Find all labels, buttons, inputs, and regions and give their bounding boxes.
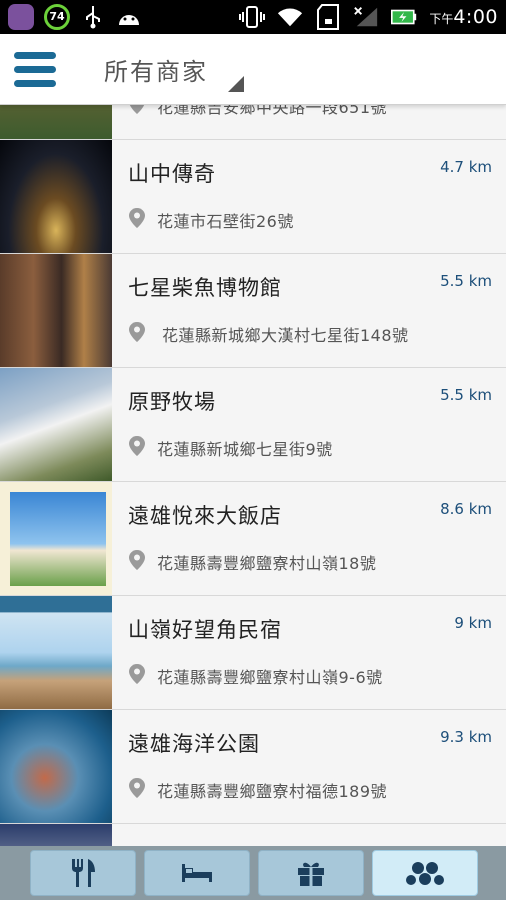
status-bar: 74 下午 4:00 <box>0 0 506 34</box>
merchant-thumbnail <box>0 482 112 595</box>
merchant-list[interactable]: 花蓮縣吉安鄉中央路一段651號 山中傳奇 4.7 km 花蓮市石壁街26號 七星… <box>0 104 506 846</box>
merchant-address: 花蓮縣壽豐鄉鹽寮村山嶺9-6號 <box>157 668 383 687</box>
wifi-icon <box>277 4 303 30</box>
restaurant-icon <box>72 859 95 887</box>
tab-restaurants[interactable] <box>30 850 136 896</box>
merchant-address: 花蓮縣壽豐鄉鹽寮村福德189號 <box>157 782 388 801</box>
android-icon <box>116 4 142 30</box>
merchant-name: 遠雄海洋公園 <box>128 732 260 756</box>
more-dots-icon <box>406 862 444 885</box>
merchant-name: 山中傳奇 <box>128 162 216 186</box>
signal-icon <box>353 4 379 30</box>
battery-saver-icon: 74 <box>44 4 70 30</box>
merchant-name: 七星柴魚博物館 <box>128 276 282 300</box>
list-item[interactable]: 遠雄海洋公園 9.3 km 花蓮縣壽豐鄉鹽寮村福德189號 <box>0 710 506 824</box>
merchant-distance: 9.3 km <box>440 728 492 746</box>
location-pin-icon <box>129 322 145 342</box>
clock: 4:00 <box>453 6 498 28</box>
merchant-distance: 5.5 km <box>440 386 492 404</box>
dropdown-indicator-icon[interactable] <box>228 76 244 92</box>
tab-hotels[interactable] <box>144 850 250 896</box>
merchant-thumbnail <box>0 596 112 709</box>
usb-icon <box>80 4 106 30</box>
time-prefix: 下午 <box>429 12 454 26</box>
location-pin-icon <box>129 104 145 114</box>
sd-card-icon <box>315 4 341 30</box>
list-item[interactable]: 山嶺好望角民宿 9 km 花蓮縣壽豐鄉鹽寮村山嶺9-6號 <box>0 596 506 710</box>
gift-icon <box>298 862 324 886</box>
battery-charging-icon <box>391 4 417 30</box>
merchant-name: 山嶺好望角民宿 <box>128 618 282 642</box>
list-item[interactable]: 原野牧場 5.5 km 花蓮縣新城鄉七星街9號 <box>0 368 506 482</box>
bottom-tab-bar <box>0 846 506 900</box>
tab-gifts[interactable] <box>258 850 364 896</box>
list-item[interactable] <box>0 824 506 846</box>
location-pin-icon <box>129 208 145 228</box>
merchant-thumbnail <box>0 140 112 253</box>
merchant-name: 原野牧場 <box>128 390 216 414</box>
location-pin-icon <box>129 778 145 798</box>
merchant-distance: 9 km <box>454 614 492 632</box>
hamburger-menu-icon[interactable] <box>14 50 58 88</box>
merchant-address: 花蓮縣新城鄉大漢村七星街148號 <box>162 326 409 345</box>
list-item[interactable]: 山中傳奇 4.7 km 花蓮市石壁街26號 <box>0 140 506 254</box>
viber-icon <box>8 4 34 30</box>
list-item[interactable]: 遠雄悅來大飯店 8.6 km 花蓮縣壽豐鄉鹽寮村山嶺18號 <box>0 482 506 596</box>
merchant-thumbnail <box>0 710 112 823</box>
vibrate-icon <box>239 4 266 30</box>
merchant-distance: 5.5 km <box>440 272 492 290</box>
merchant-thumbnail <box>0 824 112 846</box>
list-item[interactable]: 七星柴魚博物館 5.5 km 花蓮縣新城鄉大漢村七星街148號 <box>0 254 506 368</box>
location-pin-icon <box>129 664 145 684</box>
location-pin-icon <box>129 436 145 456</box>
tab-more[interactable] <box>372 850 478 896</box>
merchant-name: 遠雄悅來大飯店 <box>128 504 282 528</box>
merchant-thumbnail <box>0 368 112 481</box>
merchant-thumbnail <box>0 254 112 367</box>
merchant-address: 花蓮縣壽豐鄉鹽寮村山嶺18號 <box>157 554 377 573</box>
location-pin-icon <box>129 550 145 570</box>
merchant-address: 花蓮縣新城鄉七星街9號 <box>157 440 333 459</box>
merchant-address: 花蓮縣吉安鄉中央路一段651號 <box>157 104 388 117</box>
merchant-thumbnail <box>0 104 112 139</box>
page-title[interactable]: 所有商家 <box>104 52 208 87</box>
merchant-address: 花蓮市石壁街26號 <box>157 212 294 231</box>
merchant-distance: 4.7 km <box>440 158 492 176</box>
hotel-bed-icon <box>182 864 212 882</box>
app-header: 所有商家 <box>0 34 506 105</box>
merchant-distance: 8.6 km <box>440 500 492 518</box>
list-item[interactable]: 花蓮縣吉安鄉中央路一段651號 <box>0 104 506 140</box>
